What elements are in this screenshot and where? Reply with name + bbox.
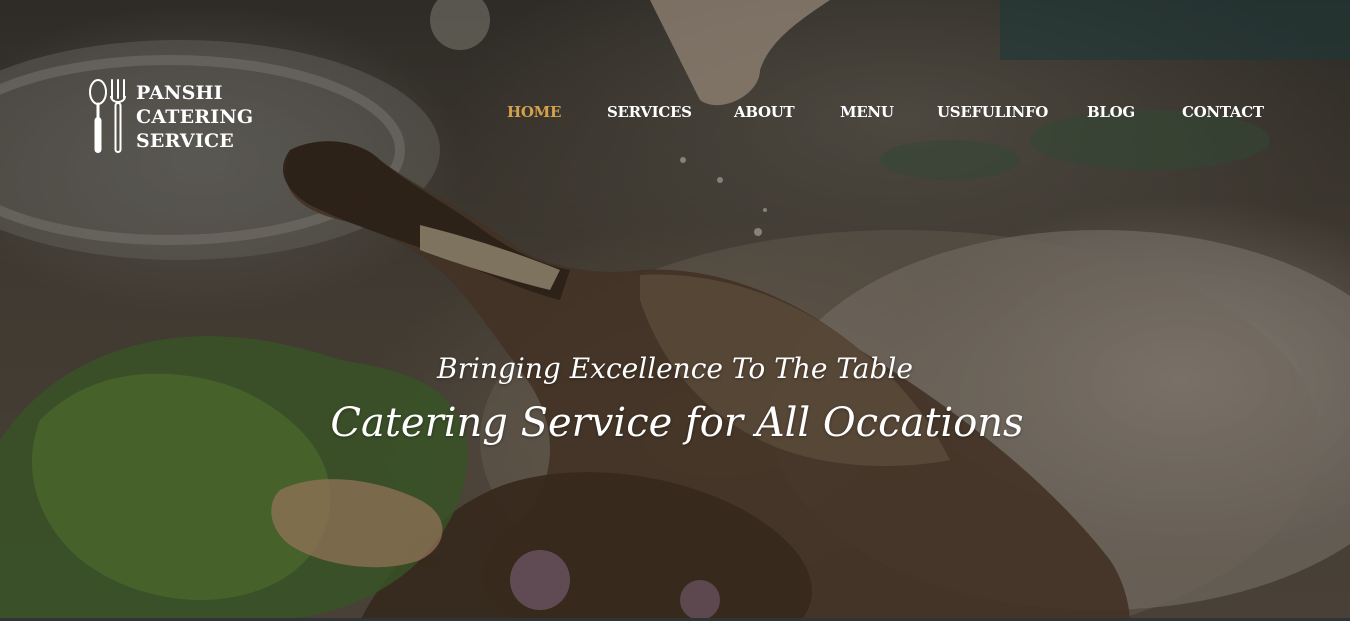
- nav-menu-link[interactable]: MENU: [840, 103, 894, 121]
- hero-headline: Catering Service for All Occations: [330, 400, 1024, 446]
- nav-usefulinfo-link[interactable]: USEFULINFO: [937, 103, 1048, 121]
- nav-home-link[interactable]: HOME: [507, 103, 561, 121]
- hero-section: PANSHI CATERING SERVICE HOME SERVICES AB…: [0, 0, 1350, 621]
- hero-tagline: Bringing Excellence To The Table: [437, 352, 913, 385]
- nav-services-link[interactable]: SERVICES: [607, 103, 692, 121]
- nav-contact-link[interactable]: CONTACT: [1182, 103, 1264, 121]
- main-nav: HOME SERVICES ABOUT MENU USEFULINFO BLOG…: [0, 100, 1350, 124]
- nav-blog-link[interactable]: BLOG: [1087, 103, 1135, 121]
- nav-about-link[interactable]: ABOUT: [734, 103, 795, 121]
- brand-name-line-3: SERVICE: [136, 130, 234, 152]
